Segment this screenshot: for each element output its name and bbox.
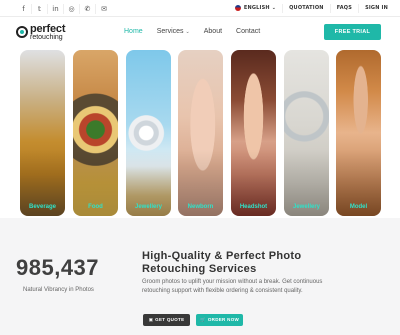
nav-item-contact[interactable]: Contact bbox=[236, 28, 260, 35]
logo-text-bottom: retouching bbox=[30, 34, 63, 41]
logo-icon bbox=[16, 26, 28, 38]
gallery-card-food[interactable]: Food bbox=[73, 50, 118, 216]
flag-icon bbox=[234, 4, 241, 11]
gallery-card-label: Model bbox=[349, 204, 368, 210]
faqs-link[interactable]: FAQS bbox=[329, 4, 358, 13]
gallery-card-label: Jewellery bbox=[292, 204, 321, 210]
gallery-card-label: Food bbox=[88, 204, 103, 210]
gallery-card-newborn[interactable]: Newborn bbox=[178, 50, 223, 216]
service-gallery: Beverage Food Jewellery Newborn Headshot… bbox=[20, 50, 381, 218]
free-trial-button[interactable]: FREE TRIAL bbox=[324, 24, 381, 40]
gallery-card-label: Beverage bbox=[28, 204, 57, 210]
top-bar: f 𝕥 in ◎ ✆ ✉ ENGLISH ⌄ QUOTATION FAQS SI… bbox=[0, 0, 400, 17]
chevron-down-icon: ⌄ bbox=[271, 5, 277, 11]
facebook-icon[interactable]: f bbox=[16, 4, 32, 14]
language-label: ENGLISH bbox=[243, 5, 270, 11]
gallery-card-label: Jewellery bbox=[134, 204, 163, 210]
nav-item-home[interactable]: Home bbox=[124, 28, 143, 35]
gallery-card-headshot[interactable]: Headshot bbox=[231, 50, 276, 216]
stat-number: 985,437 bbox=[16, 255, 100, 280]
gallery-card-label: Newborn bbox=[187, 204, 214, 210]
language-selector[interactable]: ENGLISH ⌄ bbox=[229, 4, 282, 13]
headline-line-1: High-Quality & Perfect Photo bbox=[142, 250, 302, 262]
mail-icon[interactable]: ✉ bbox=[96, 4, 112, 14]
headline-line-2: Retouching Services bbox=[142, 263, 257, 275]
get-quote-button[interactable]: ▣ GET QUOTE bbox=[143, 314, 190, 326]
quote-icon: ▣ bbox=[148, 318, 154, 323]
gallery-card-label: Headshot bbox=[239, 204, 268, 210]
twitter-icon[interactable]: 𝕥 bbox=[32, 4, 48, 14]
phone-icon[interactable]: ✆ bbox=[80, 4, 96, 14]
stat-caption: Natural Vibrancy in Photos bbox=[23, 287, 94, 293]
linkedin-icon[interactable]: in bbox=[48, 4, 64, 14]
section-headline: High-Quality & Perfect Photo Retouching … bbox=[142, 250, 342, 276]
stats-section: 985,437 Natural Vibrancy in Photos High-… bbox=[0, 218, 400, 335]
order-now-button[interactable]: 🛒 ORDER NOW bbox=[196, 314, 243, 326]
gallery-card-jewellery[interactable]: Jewellery bbox=[126, 50, 171, 216]
nav-item-services[interactable]: Services ⌄ bbox=[157, 28, 190, 35]
order-now-label: ORDER NOW bbox=[207, 317, 240, 322]
nav-item-about[interactable]: About bbox=[204, 28, 222, 35]
cart-icon: 🛒 bbox=[199, 318, 206, 323]
quotation-link[interactable]: QUOTATION bbox=[282, 4, 330, 13]
nav-item-services-label: Services bbox=[156, 28, 184, 35]
instagram-icon[interactable]: ◎ bbox=[64, 4, 80, 14]
gallery-card-jewellery-2[interactable]: Jewellery bbox=[284, 50, 329, 216]
signin-link[interactable]: SIGN IN bbox=[358, 4, 394, 13]
chevron-down-icon: ⌄ bbox=[185, 29, 190, 35]
nav-menu: Home Services ⌄ About Contact bbox=[124, 28, 274, 35]
get-quote-label: GET QUOTE bbox=[155, 317, 185, 322]
main-nav: perfect retouching Home Services ⌄ About … bbox=[0, 17, 400, 49]
social-links: f 𝕥 in ◎ ✆ ✉ bbox=[16, 4, 112, 14]
top-links: ENGLISH ⌄ QUOTATION FAQS SIGN IN bbox=[229, 4, 394, 13]
gallery-card-model[interactable]: Model bbox=[336, 50, 381, 216]
gallery-card-beverage[interactable]: Beverage bbox=[20, 50, 65, 216]
section-description: Groom photos to uplift your mission with… bbox=[142, 279, 323, 294]
logo[interactable]: perfect retouching bbox=[16, 23, 96, 45]
